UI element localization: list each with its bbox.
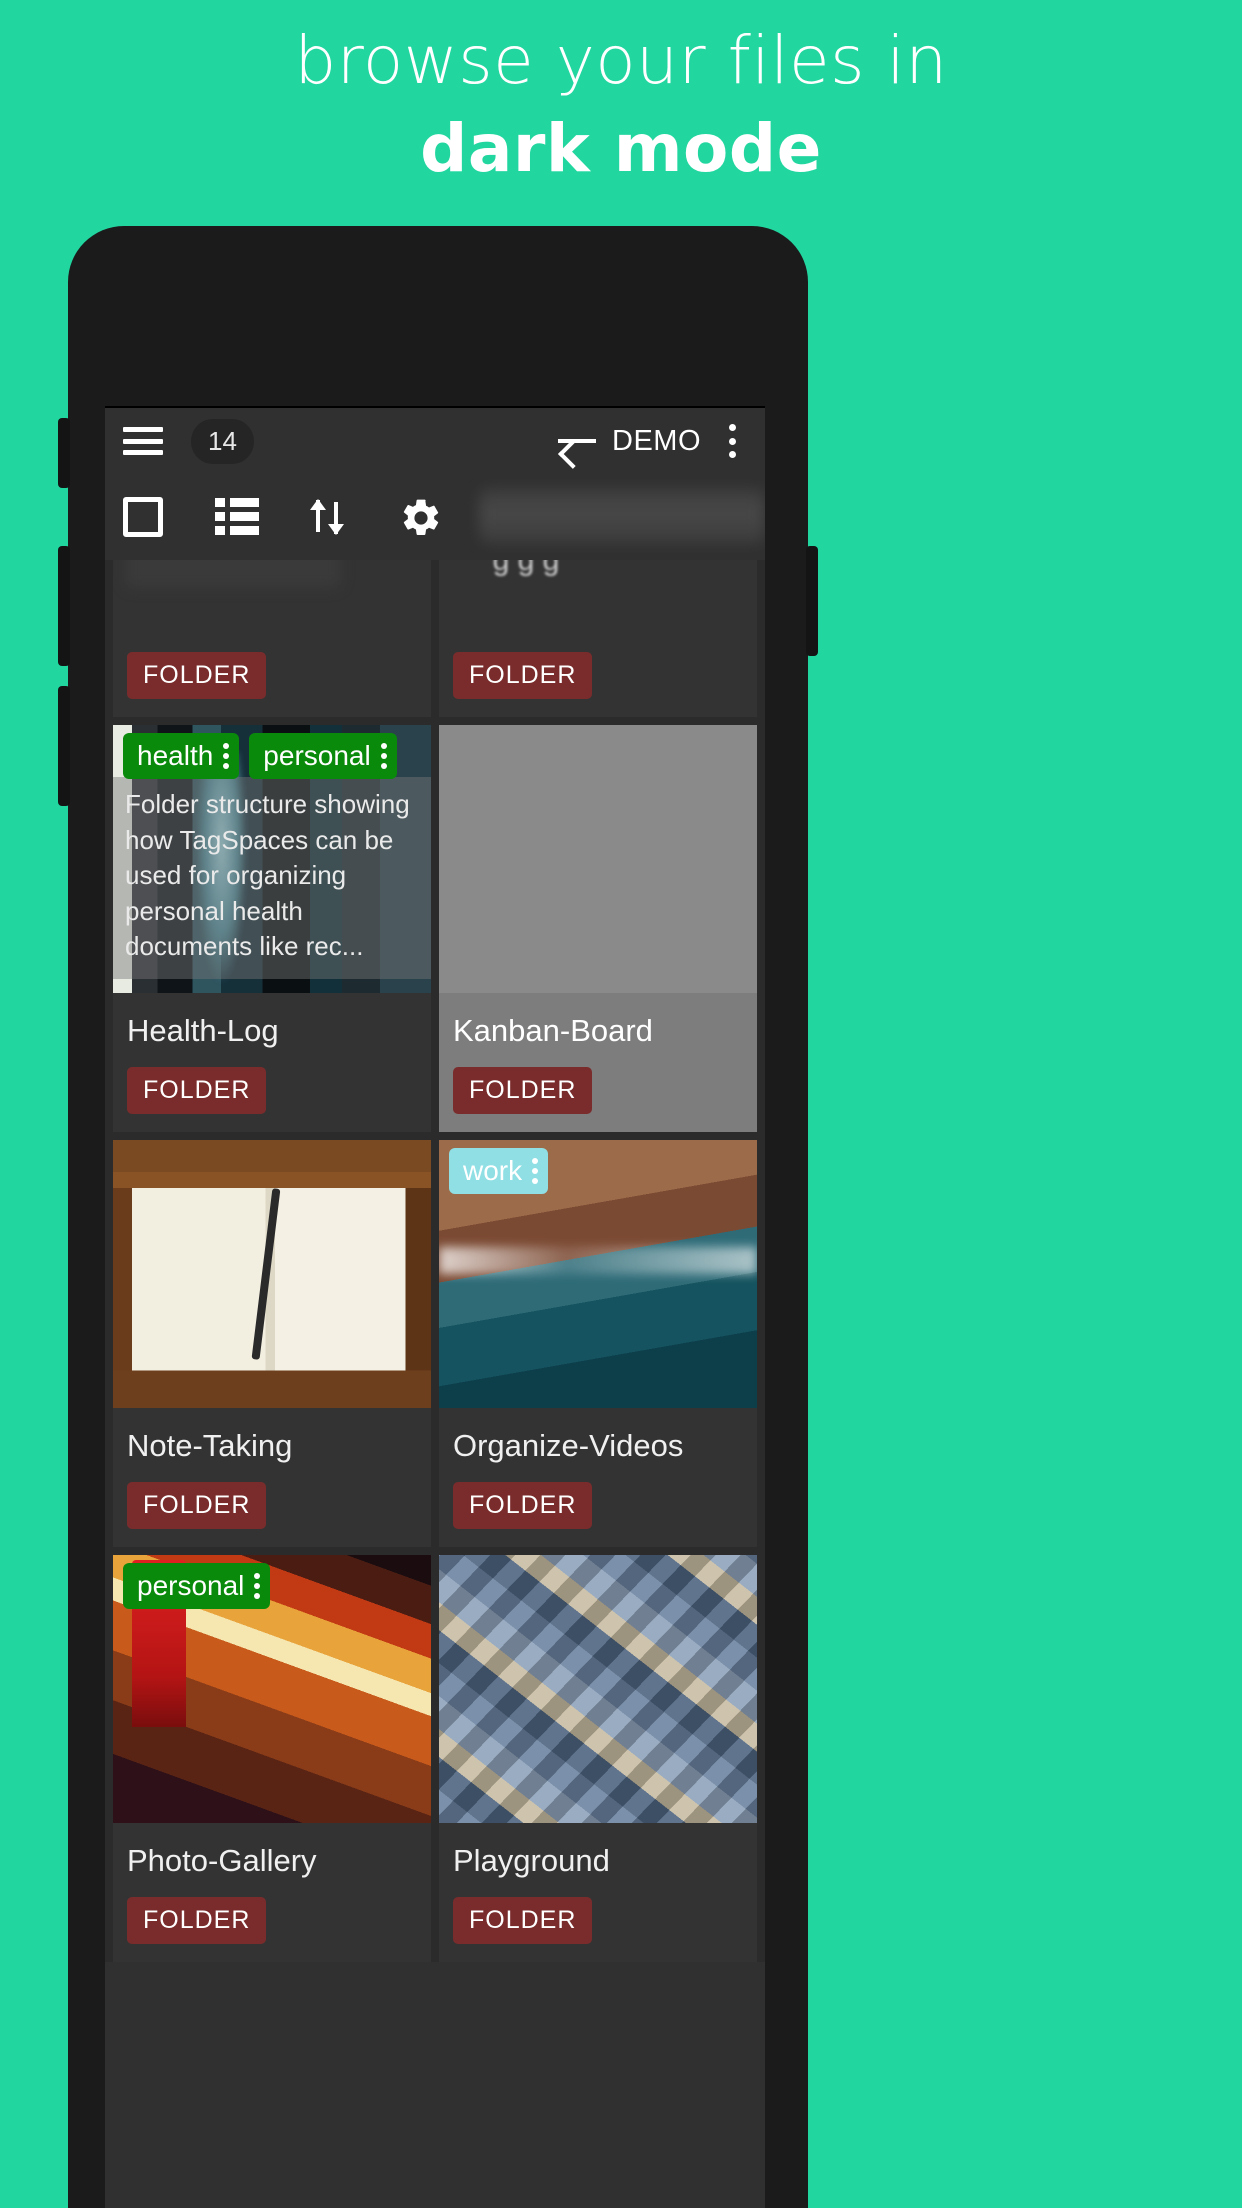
tag-chip[interactable]: personal <box>123 1563 271 1609</box>
list-item[interactable]: personal Photo-Gallery FOLDER <box>113 1555 431 1962</box>
status-badge: FOLDER <box>453 1482 593 1529</box>
partial-thumbnail: g g g <box>439 560 757 634</box>
headline: browse your files in dark mode <box>0 0 1242 188</box>
hamburger-menu-icon[interactable] <box>123 427 163 455</box>
folder-badge-wrap: FOLDER <box>113 1879 431 1962</box>
tag-chip[interactable]: health <box>123 733 240 779</box>
gear-icon <box>399 496 443 540</box>
sort-arrows-icon <box>307 494 349 540</box>
card-thumbnail <box>113 1140 431 1408</box>
more-vertical-icon[interactable] <box>254 1573 261 1599</box>
list-item[interactable]: Playground FOLDER <box>439 1555 757 1962</box>
folder-badge-wrap: FOLDER <box>113 634 431 717</box>
list-item[interactable]: Note-Taking FOLDER <box>113 1140 431 1547</box>
page-title: DEMO <box>612 424 701 457</box>
tag-chip[interactable]: work <box>449 1148 549 1194</box>
app-bar: 14 DEMO <box>105 408 765 474</box>
card-title: Health-Log <box>127 1013 279 1048</box>
folder-badge-wrap: FOLDER <box>439 1464 757 1547</box>
status-badge: FOLDER <box>453 1897 593 1944</box>
status-badge: FOLDER <box>453 1067 593 1114</box>
tag-label: work <box>463 1155 523 1186</box>
phone-mockup: 14 DEMO FOLDER g g g FOLDER health perso… <box>58 226 818 2208</box>
more-vertical-icon[interactable] <box>223 743 230 769</box>
list-item[interactable]: health personal Folder structure showing… <box>113 725 431 1132</box>
more-vertical-icon[interactable] <box>717 424 747 458</box>
card-title: Organize-Videos <box>453 1428 684 1463</box>
table-row[interactable]: FOLDER <box>113 560 431 717</box>
blurred-title-placeholder <box>125 560 342 588</box>
tag-chip[interactable]: personal <box>249 733 397 779</box>
phone-button-left-2 <box>58 546 70 666</box>
partial-thumbnail <box>113 560 431 634</box>
headline-line-2: dark mode <box>420 109 822 187</box>
card-thumbnail: personal <box>113 1555 431 1823</box>
tag-list: personal <box>123 1563 271 1609</box>
list-item[interactable]: work Organize-Videos FOLDER <box>439 1140 757 1547</box>
status-badge: FOLDER <box>127 1067 267 1114</box>
card-thumbnail <box>439 725 757 993</box>
phone-button-right-1 <box>806 546 818 656</box>
card-title: Note-Taking <box>127 1428 293 1463</box>
phone-screen: 14 DEMO FOLDER g g g FOLDER health perso… <box>105 406 765 2208</box>
card-title: Playground <box>453 1843 610 1878</box>
tag-list: work <box>449 1148 549 1194</box>
list-view-button[interactable] <box>215 494 261 540</box>
list-icon <box>215 498 259 536</box>
folder-badge-wrap: FOLDER <box>439 1049 757 1132</box>
table-row[interactable]: g g g FOLDER <box>439 560 757 717</box>
list-item[interactable]: Kanban-Board FOLDER <box>439 725 757 1132</box>
arrow-left-icon[interactable] <box>556 426 598 456</box>
card-thumbnail: health personal Folder structure showing… <box>113 725 431 993</box>
headline-line-1: browse your files in <box>294 22 948 99</box>
card-title: Kanban-Board <box>453 1013 653 1048</box>
more-vertical-icon[interactable] <box>380 743 387 769</box>
folder-badge-wrap: FOLDER <box>113 1049 431 1132</box>
card-thumbnail: work <box>439 1140 757 1408</box>
phone-button-left-3 <box>58 686 70 806</box>
folder-badge-wrap: FOLDER <box>439 1879 757 1962</box>
sort-button[interactable] <box>307 494 353 540</box>
grid-view-button[interactable] <box>123 494 169 540</box>
settings-button[interactable] <box>399 494 445 540</box>
card-description: Folder structure showing how TagSpaces c… <box>113 777 431 980</box>
status-badge: FOLDER <box>453 652 593 699</box>
promo-page: browse your files in dark mode 14 DEMO F… <box>0 0 1242 2208</box>
tag-label: health <box>137 740 214 771</box>
file-grid: FOLDER g g g FOLDER health personal Fold… <box>105 560 765 1962</box>
tag-list: health personal <box>123 733 397 779</box>
folder-badge-wrap: FOLDER <box>439 634 757 717</box>
count-badge[interactable]: 14 <box>191 418 254 464</box>
tag-label: personal <box>263 740 371 771</box>
tag-label: personal <box>137 1570 245 1601</box>
status-badge: FOLDER <box>127 1897 267 1944</box>
more-vertical-icon[interactable] <box>532 1158 539 1184</box>
view-toolbar <box>105 474 765 560</box>
status-badge: FOLDER <box>127 652 267 699</box>
square-outline-icon <box>123 497 163 537</box>
blurred-title-placeholder: g g g <box>492 560 560 577</box>
search-field-blurred[interactable] <box>479 488 765 544</box>
card-title: Photo-Gallery <box>127 1843 317 1878</box>
phone-button-left-1 <box>58 418 70 488</box>
card-thumbnail <box>439 1555 757 1823</box>
folder-badge-wrap: FOLDER <box>113 1464 431 1547</box>
status-badge: FOLDER <box>127 1482 267 1529</box>
